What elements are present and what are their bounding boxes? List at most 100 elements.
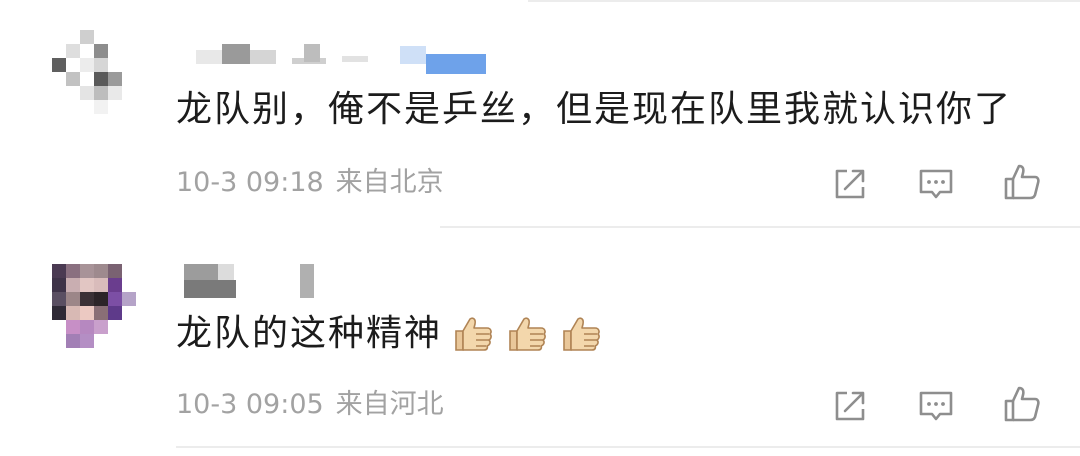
thumbs-up-emoji xyxy=(506,313,550,353)
avatar-pixel xyxy=(52,100,66,114)
comment-icon xyxy=(919,169,953,199)
avatar-pixel xyxy=(66,306,80,320)
avatar-pixel xyxy=(108,278,122,292)
comment-icon xyxy=(919,391,953,421)
avatar-pixel xyxy=(94,320,108,334)
avatar-pixel xyxy=(66,72,80,86)
avatar-pixel xyxy=(122,58,136,72)
avatar-pixel xyxy=(122,100,136,114)
thumbs-up-emoji xyxy=(452,313,496,353)
avatar-pixel xyxy=(122,278,136,292)
avatar-pixel xyxy=(94,334,108,348)
comment-item: 龙队别，俺不是乒丝，但是现在队里我就认识你了 10-3 09:18 来自北京 xyxy=(0,0,1080,228)
share-icon xyxy=(835,391,865,421)
bottom-divider xyxy=(176,446,1080,448)
avatar-pixel xyxy=(80,292,94,306)
comment-text: 龙队的这种精神 xyxy=(176,312,604,356)
thumbs-up-emoji xyxy=(560,313,604,353)
avatar-pixel xyxy=(52,292,66,306)
avatar-pixel xyxy=(122,72,136,86)
avatar-pixel xyxy=(108,264,122,278)
avatar-pixel xyxy=(66,320,80,334)
avatar-pixel xyxy=(108,334,122,348)
comment-time: 10-3 09:05 xyxy=(176,389,324,420)
avatar-pixel xyxy=(52,264,66,278)
share-button[interactable] xyxy=(828,384,872,428)
avatar-pixel xyxy=(52,278,66,292)
avatar-pixel xyxy=(122,86,136,100)
comment-time: 10-3 09:18 xyxy=(176,167,324,198)
avatar-pixel xyxy=(122,334,136,348)
avatar-pixel xyxy=(52,72,66,86)
avatar-pixel xyxy=(122,320,136,334)
avatar-pixel xyxy=(80,306,94,320)
avatar-pixel xyxy=(66,44,80,58)
avatar-pixel xyxy=(94,292,108,306)
avatar-pixel xyxy=(108,320,122,334)
avatar-pixel xyxy=(66,278,80,292)
like-button[interactable] xyxy=(1000,382,1044,426)
reply-button[interactable] xyxy=(914,162,958,206)
avatar-pixel xyxy=(108,292,122,306)
avatar-pixel xyxy=(66,58,80,72)
avatar-pixel xyxy=(80,44,94,58)
avatar-pixel xyxy=(108,100,122,114)
comment-item: 龙队的这种精神 10-3 09:05 来自河北 xyxy=(0,228,1080,456)
avatar-pixel xyxy=(52,306,66,320)
avatar-pixel xyxy=(80,86,94,100)
comment-text-content: 龙队的这种精神 xyxy=(176,313,443,354)
avatar[interactable] xyxy=(52,30,136,130)
avatar-pixel xyxy=(108,58,122,72)
avatar-pixel xyxy=(80,100,94,114)
like-icon xyxy=(1004,386,1040,422)
comment-meta: 10-3 09:18 来自北京 xyxy=(176,166,444,200)
avatar-pixel xyxy=(80,72,94,86)
avatar-pixel xyxy=(66,264,80,278)
share-button[interactable] xyxy=(828,162,872,206)
avatar-pixel xyxy=(108,306,122,320)
avatar-pixel xyxy=(94,264,108,278)
avatar-pixel xyxy=(94,58,108,72)
comment-location: 来自河北 xyxy=(335,389,444,420)
avatar-pixel xyxy=(66,30,80,44)
avatar-pixel xyxy=(66,334,80,348)
avatar[interactable] xyxy=(52,264,136,364)
avatar-pixel xyxy=(80,264,94,278)
avatar-pixel xyxy=(52,334,66,348)
avatar-pixel xyxy=(94,278,108,292)
avatar-pixel xyxy=(66,100,80,114)
avatar-pixel xyxy=(108,30,122,44)
avatar-pixel xyxy=(94,30,108,44)
avatar-pixel xyxy=(122,306,136,320)
comment-location: 来自北京 xyxy=(335,167,444,198)
avatar-pixel xyxy=(94,100,108,114)
avatar-pixel xyxy=(66,86,80,100)
avatar-pixel xyxy=(122,292,136,306)
avatar-pixel xyxy=(108,44,122,58)
avatar-pixel xyxy=(52,58,66,72)
avatar-pixel xyxy=(80,58,94,72)
avatar-pixel xyxy=(52,320,66,334)
avatar-pixel xyxy=(122,44,136,58)
username-redacted xyxy=(182,264,332,298)
avatar-pixel xyxy=(122,30,136,44)
avatar-pixel xyxy=(80,320,94,334)
avatar-pixel xyxy=(66,292,80,306)
reply-button[interactable] xyxy=(914,384,958,428)
avatar-pixel xyxy=(122,264,136,278)
avatar-pixel xyxy=(80,278,94,292)
avatar-pixel xyxy=(94,72,108,86)
share-icon xyxy=(835,169,865,199)
username-redacted xyxy=(182,44,502,74)
like-icon xyxy=(1004,164,1040,200)
avatar-pixel xyxy=(52,30,66,44)
avatar-pixel xyxy=(94,306,108,320)
avatar-pixel xyxy=(52,44,66,58)
comment-text: 龙队别，俺不是乒丝，但是现在队里我就认识你了 xyxy=(176,89,1013,130)
avatar-pixel xyxy=(80,334,94,348)
avatar-pixel xyxy=(108,86,122,100)
avatar-pixel xyxy=(94,44,108,58)
like-button[interactable] xyxy=(1000,160,1044,204)
comment-meta: 10-3 09:05 来自河北 xyxy=(176,388,444,422)
avatar-pixel xyxy=(94,86,108,100)
